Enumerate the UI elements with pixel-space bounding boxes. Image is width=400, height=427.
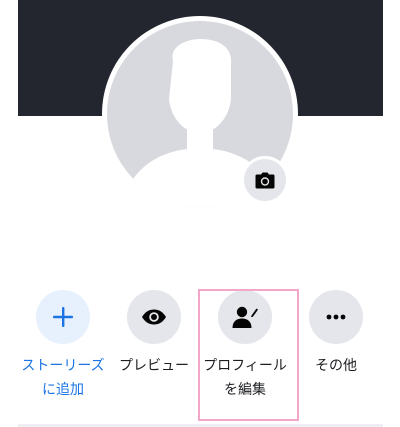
add-story-label-line1: ストーリーズ <box>21 358 105 374</box>
more-label-line1: その他 <box>315 358 357 374</box>
preview-label-line1: プレビュー <box>119 358 189 374</box>
preview-circle <box>127 290 181 344</box>
add-story-button[interactable]: ストーリーズ に追加 <box>18 290 108 402</box>
eye-icon <box>142 309 166 325</box>
more-button[interactable]: その他 <box>291 290 381 378</box>
plus-icon <box>53 307 73 327</box>
add-story-circle <box>36 290 90 344</box>
add-story-label: ストーリーズ に追加 <box>21 354 104 402</box>
preview-button[interactable]: プレビュー <box>109 290 199 378</box>
more-circle <box>309 290 363 344</box>
preview-label: プレビュー <box>119 354 189 378</box>
camera-icon <box>255 172 275 188</box>
add-story-label-line2: に追加 <box>42 382 84 398</box>
more-dots-icon <box>326 314 346 320</box>
change-photo-button[interactable] <box>241 156 289 204</box>
more-label: その他 <box>315 354 357 378</box>
highlight-frame <box>198 289 299 421</box>
